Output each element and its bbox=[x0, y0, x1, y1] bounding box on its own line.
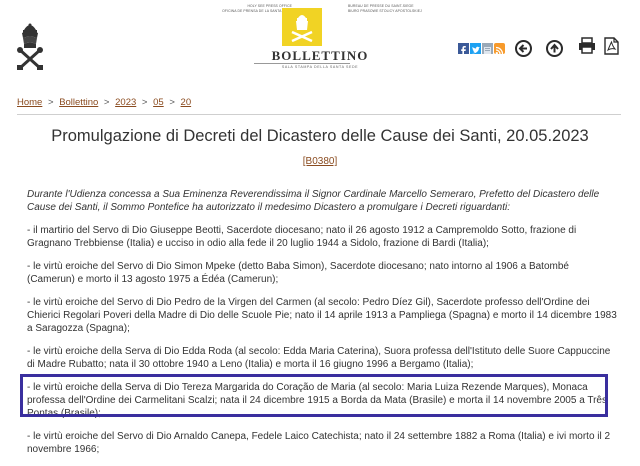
intro-paragraph: Durante l'Udienza concessa a Sua Eminenz… bbox=[27, 189, 600, 213]
logo-divider bbox=[254, 63, 350, 64]
article-body: Durante l'Udienza concessa a Sua Eminenz… bbox=[27, 188, 617, 466]
header-toolbar bbox=[458, 36, 619, 60]
bollettino-logo-text: BOLLETTINO bbox=[271, 48, 369, 63]
header-logo-block[interactable]: HOLY SEE PRESS OFFICE OFICINA DE PRENSA … bbox=[200, 4, 440, 69]
office-name-es: OFICINA DE PRENSA DE LA SANTA SEDE bbox=[222, 8, 292, 13]
breadcrumb-month[interactable]: 05 bbox=[153, 97, 164, 108]
rss-icon[interactable] bbox=[494, 42, 505, 54]
office-name-pl: BIURO PRASOWE STOLICY APOSTOLSKIEJ bbox=[348, 8, 422, 13]
breadcrumb-bollettino[interactable]: Bollettino bbox=[59, 97, 98, 108]
logo-subtitle: SALA STAMPA DELLA SANTA SEDE bbox=[281, 65, 359, 69]
print-icon[interactable] bbox=[578, 37, 596, 59]
decree-item: - le virtù eroiche del Servo di Dio Pedr… bbox=[27, 297, 617, 334]
bulletin-code: [B0380] bbox=[0, 156, 640, 167]
decree-item: - le virtù eroiche del Servo di Dio Simo… bbox=[27, 261, 569, 285]
breadcrumb: Home > Bollettino > 2023 > 05 > 20 bbox=[17, 97, 191, 108]
facebook-icon[interactable] bbox=[458, 42, 469, 56]
highlight-box bbox=[20, 374, 608, 417]
generic-share-icon[interactable] bbox=[482, 42, 493, 54]
holy-see-emblem-icon bbox=[282, 8, 322, 46]
breadcrumb-separator: > bbox=[47, 97, 54, 108]
breadcrumb-divider bbox=[17, 114, 621, 115]
breadcrumb-separator: > bbox=[141, 97, 148, 108]
page-title: Promulgazione di Decreti del Dicastero d… bbox=[51, 127, 589, 145]
bulletin-code-link[interactable]: [B0380] bbox=[303, 156, 337, 167]
decree-item: - il martirio del Servo di Dio Giuseppe … bbox=[27, 225, 577, 249]
pdf-icon[interactable] bbox=[604, 36, 619, 60]
papal-crest-icon bbox=[17, 23, 43, 70]
back-arrow-icon[interactable] bbox=[515, 39, 532, 57]
twitter-icon[interactable] bbox=[470, 42, 481, 54]
breadcrumb-home[interactable]: Home bbox=[17, 97, 42, 108]
decree-item: - le virtù eroiche della Serva di Dio Ed… bbox=[27, 346, 611, 370]
breadcrumb-day[interactable]: 20 bbox=[181, 97, 192, 108]
breadcrumb-year[interactable]: 2023 bbox=[115, 97, 136, 108]
breadcrumb-separator: > bbox=[103, 97, 110, 108]
up-arrow-icon[interactable] bbox=[546, 39, 563, 57]
decree-item: - le virtù eroiche del Servo di Dio Arna… bbox=[27, 431, 611, 455]
breadcrumb-separator: > bbox=[169, 97, 175, 108]
page-header: HOLY SEE PRESS OFFICE OFICINA DE PRENSA … bbox=[0, 0, 640, 90]
